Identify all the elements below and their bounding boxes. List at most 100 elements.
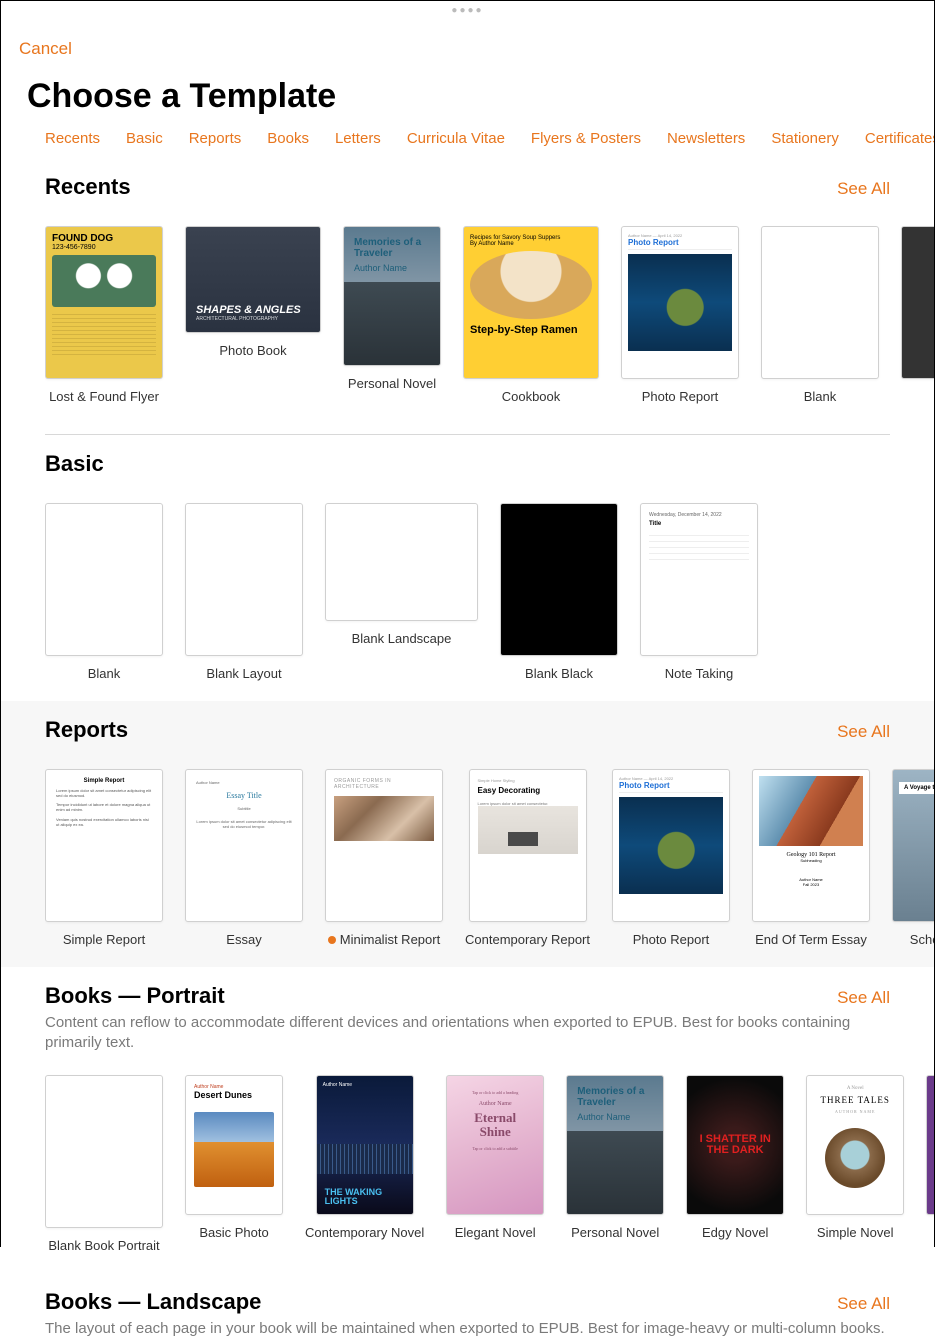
template-label: Photo Report [642,389,719,406]
template-label: School Report [910,932,934,949]
template-thumbnail: Memories of a Traveler Author Name [566,1075,664,1215]
page-title: Choose a Template [27,77,934,116]
template-thumbnail [45,1075,163,1228]
template-blank-layout[interactable]: Blank Layout [185,503,303,683]
template-label: Edgy Novel [702,1225,768,1242]
template-blank[interactable]: Blank [761,226,879,406]
template-overflow[interactable] [901,226,934,406]
template-thumbnail: A Novel THREE TALES AUTHOR NAME [806,1075,904,1215]
template-lost-found-flyer[interactable]: FOUND DOG 123-456-7890 Lost & Found Flye… [45,226,163,406]
template-blank-book-portrait[interactable]: Blank Book Portrait [45,1075,163,1255]
template-thumbnail: Author Name — April 14, 2022 Photo Repor… [621,226,739,379]
section-subtitle-books-portrait: Content can reflow to accommodate differ… [45,1013,934,1054]
template-label: Minimalist Report [328,932,440,949]
template-thumbnail: SHAPES & ANGLESARCHITECTURAL PHOTOGRAPHY [185,226,321,333]
update-indicator-icon [328,936,336,944]
template-thumbnail: Author Name Desert Dunes [185,1075,283,1215]
template-modern-novel[interactable]: Modern Novel [926,1075,934,1255]
template-label: Blank Landscape [352,631,452,648]
section-recents: Recents See All FOUND DOG 123-456-7890 L… [1,158,934,424]
template-label: Note Taking [665,666,733,683]
template-thumbnail [761,226,879,379]
tab-reports[interactable]: Reports [189,130,242,147]
template-thumbnail: Author Name Essay Title Subtitle Lorem i… [185,769,303,922]
template-label: Essay [226,932,261,949]
template-thumbnail: Recipes for Savory Soup Suppers By Autho… [463,226,599,379]
template-thumbnail [45,503,163,656]
section-title-recents: Recents [45,174,131,200]
template-thumbnail: ORGANIC FORMS IN ARCHITECTURE [325,769,443,922]
section-reports: Reports See All Simple Report Lorem ipsu… [1,701,934,967]
template-thumbnail: Wednesday, December 14, 2022 Title [640,503,758,656]
template-label: Blank [804,389,837,406]
template-contemporary-novel[interactable]: Author Name THE WAKING LIGHTS Contempora… [305,1075,424,1255]
template-basic-photo[interactable]: Author Name Desert Dunes Basic Photo [185,1075,283,1255]
template-simple-report[interactable]: Simple Report Lorem ipsum dolor sit amet… [45,769,163,949]
template-essay[interactable]: Author Name Essay Title Subtitle Lorem i… [185,769,303,949]
template-thumbnail: Author Name — April 14, 2022 Photo Repor… [612,769,730,922]
section-subtitle-books-landscape: The layout of each page in your book wil… [45,1319,934,1339]
template-blank[interactable]: Blank [45,503,163,683]
template-contemporary-report[interactable]: Simple Home Styling Easy Decorating Lore… [465,769,590,949]
template-personal-novel[interactable]: Memories of a Traveler Author Name Perso… [343,226,441,406]
tab-certificates[interactable]: Certificates [865,130,934,147]
template-thumbnail: FOUND DOG 123-456-7890 [45,226,163,379]
template-edgy-novel[interactable]: I SHATTER IN THE DARK Edgy Novel [686,1075,784,1255]
template-thumbnail: Geology 101 Report Subheading Author Nam… [752,769,870,922]
template-thumbnail [901,226,934,379]
template-label: Blank [88,666,121,683]
tab-newsletters[interactable]: Newsletters [667,130,745,147]
template-label: Lost & Found Flyer [49,389,159,406]
template-thumbnail [926,1075,934,1215]
see-all-reports[interactable]: See All [837,722,890,742]
template-label: Cookbook [502,389,561,406]
see-all-books-landscape[interactable]: See All [837,1294,890,1314]
tab-cv[interactable]: Curricula Vitae [407,130,505,147]
template-label: Simple Novel [817,1225,894,1242]
section-basic: Basic Blank Blank Layout Blank Landscape… [1,435,934,701]
cancel-button[interactable]: Cancel [19,39,72,59]
template-minimalist-report[interactable]: ORGANIC FORMS IN ARCHITECTURE Minimalist… [325,769,443,949]
template-label: Photo Report [633,932,710,949]
see-all-books-portrait[interactable]: See All [837,988,890,1008]
section-books-landscape: Books — Landscape See All The layout of … [1,1273,934,1339]
template-label: Blank Layout [206,666,281,683]
template-note-taking[interactable]: Wednesday, December 14, 2022 Title Note … [640,503,758,683]
template-thumbnail: Author Name THE WAKING LIGHTS [316,1075,414,1215]
template-photo-report[interactable]: Author Name — April 14, 2022 Photo Repor… [621,226,739,406]
template-end-of-term-essay[interactable]: Geology 101 Report Subheading Author Nam… [752,769,870,949]
tab-basic[interactable]: Basic [126,130,163,147]
template-photo-report-2[interactable]: Author Name — April 14, 2022 Photo Repor… [612,769,730,949]
template-school-report[interactable]: A Voyage to the School Report [892,769,934,949]
template-label: Contemporary Report [465,932,590,949]
template-blank-landscape[interactable]: Blank Landscape [325,503,478,683]
template-label: Personal Novel [571,1225,659,1242]
window-drag-handle[interactable]: ●●●● [451,5,483,16]
tab-letters[interactable]: Letters [335,130,381,147]
template-label: Contemporary Novel [305,1225,424,1242]
template-personal-novel-2[interactable]: Memories of a Traveler Author Name Perso… [566,1075,664,1255]
template-label: Basic Photo [199,1225,268,1242]
template-photo-book[interactable]: SHAPES & ANGLESARCHITECTURAL PHOTOGRAPHY… [185,226,321,406]
tab-books[interactable]: Books [267,130,309,147]
template-label: Simple Report [63,932,145,949]
template-thumbnail: A Voyage to the [892,769,934,922]
tab-flyers[interactable]: Flyers & Posters [531,130,641,147]
template-elegant-novel[interactable]: Tap or click to add a heading Author Nam… [446,1075,544,1255]
template-thumbnail: Memories of a Traveler Author Name [343,226,441,366]
see-all-recents[interactable]: See All [837,179,890,199]
template-thumbnail [500,503,618,656]
section-title-reports: Reports [45,717,128,743]
tab-recents[interactable]: Recents [45,130,100,147]
tab-stationery[interactable]: Stationery [771,130,839,147]
template-cookbook[interactable]: Recipes for Savory Soup Suppers By Autho… [463,226,599,406]
template-label: Elegant Novel [455,1225,536,1242]
template-blank-black[interactable]: Blank Black [500,503,618,683]
template-label: Blank Black [525,666,593,683]
template-label: Personal Novel [348,376,436,393]
section-books-portrait: Books — Portrait See All Content can ref… [1,967,934,1273]
template-simple-novel[interactable]: A Novel THREE TALES AUTHOR NAME Simple N… [806,1075,904,1255]
template-thumbnail: Simple Home Styling Easy Decorating Lore… [469,769,587,922]
template-thumbnail: I SHATTER IN THE DARK [686,1075,784,1215]
template-thumbnail [325,503,478,621]
